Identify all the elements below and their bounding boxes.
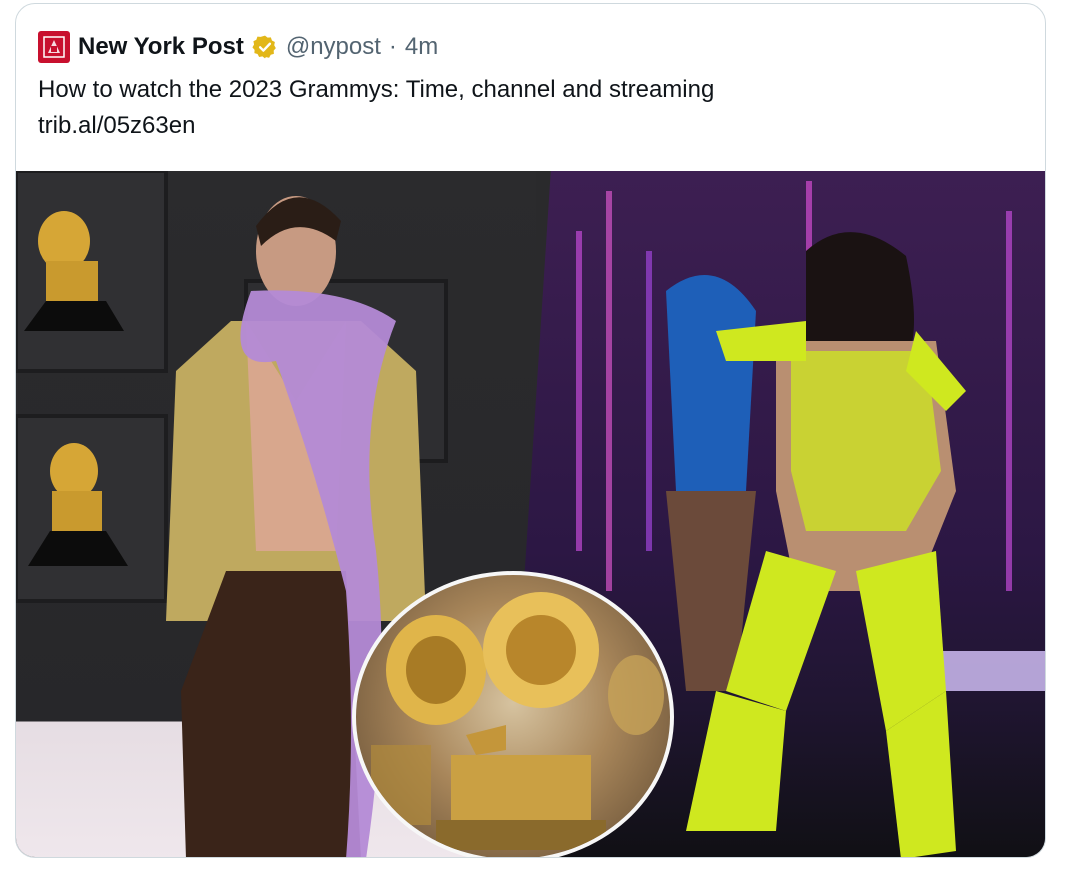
tweet-link[interactable]: trib.al/05z63en	[38, 108, 714, 144]
tweet-text: How to watch the 2023 Grammys: Time, cha…	[38, 76, 715, 103]
display-name[interactable]: New York Post	[78, 33, 244, 61]
separator-dot: ·	[388, 33, 397, 60]
tweet-header: New York Post @nypost · 4m	[38, 30, 438, 64]
tweet-media[interactable]	[16, 171, 1045, 857]
inset-photo	[352, 571, 674, 857]
handle[interactable]: @nypost	[286, 33, 381, 61]
nypost-logo-icon[interactable]	[38, 31, 70, 63]
verified-badge-icon	[252, 34, 278, 60]
tweet-card[interactable]: New York Post @nypost · 4m How to watch …	[15, 3, 1046, 858]
timestamp[interactable]: 4m	[405, 33, 438, 61]
tweet-body: How to watch the 2023 Grammys: Time, cha…	[38, 72, 714, 144]
